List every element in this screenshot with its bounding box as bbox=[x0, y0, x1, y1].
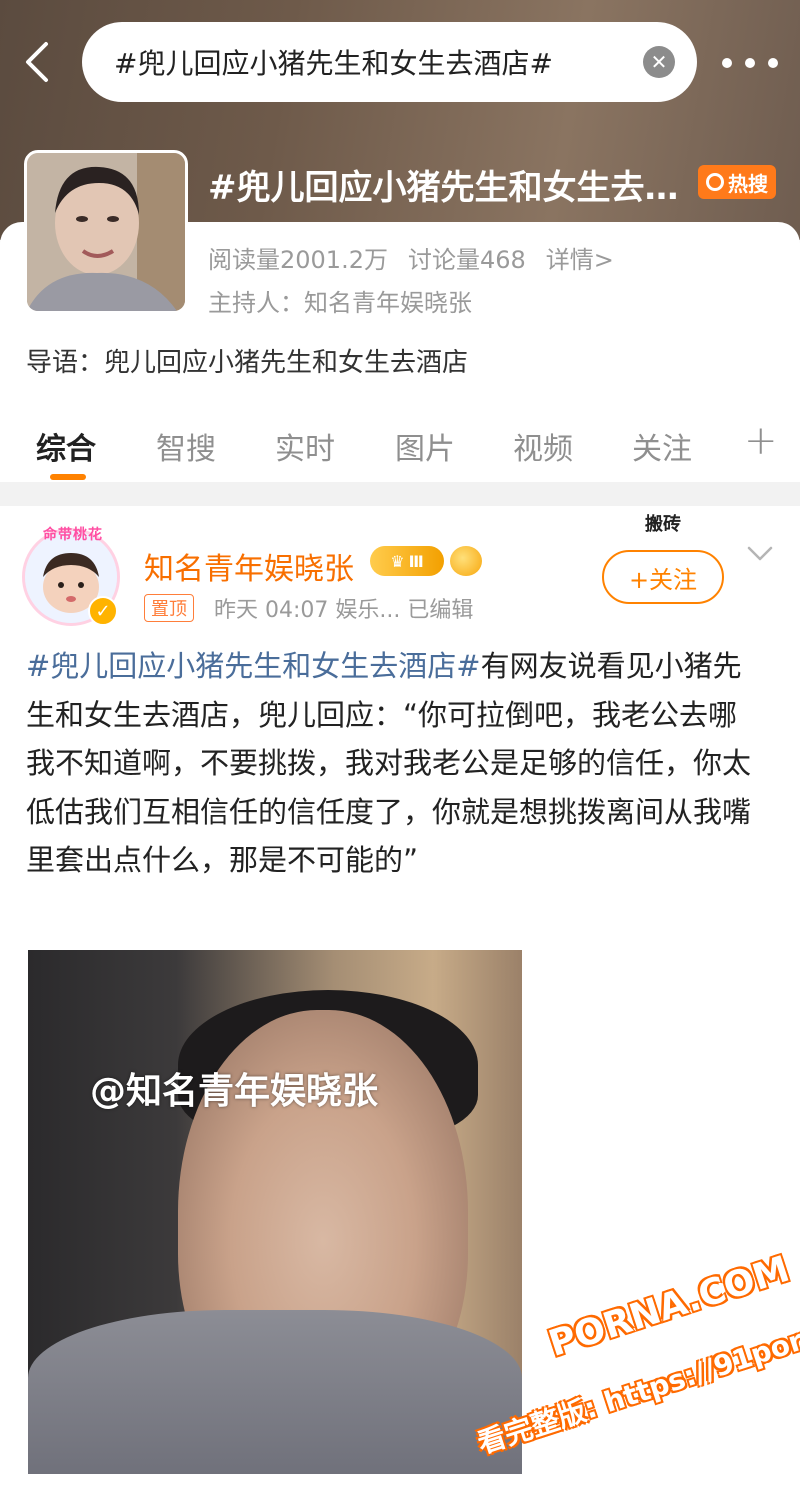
discussion-count: 讨论量468 bbox=[407, 246, 526, 274]
hot-search-badge[interactable]: 热搜 bbox=[698, 165, 776, 199]
tab-realtime[interactable]: 实时 bbox=[275, 424, 335, 468]
video-overlay-text: @知名青年娱晓张 bbox=[90, 1071, 379, 1112]
search-input[interactable]: #兜儿回应小猪先生和女生去酒店# ✕ bbox=[82, 22, 697, 102]
video-frame-shirt bbox=[28, 1310, 522, 1474]
portrait-image bbox=[27, 153, 185, 311]
chevron-down-icon[interactable] bbox=[746, 544, 774, 564]
post-card: 命带桃花 ✓ 知名青年娱晓张 ♛ Ⅲ 置顶 昨天 04:07 娱乐... 已编辑… bbox=[0, 506, 800, 1486]
post-body-text: 有网友说看见小猪先生和女生去酒店，兜儿回应：“你可拉倒吧，我老公去哪我不知道啊，… bbox=[26, 649, 752, 877]
more-dots-icon[interactable] bbox=[722, 48, 778, 78]
crown-level-badge[interactable]: ♛ Ⅲ bbox=[370, 546, 444, 576]
post-meta: 昨天 04:07 娱乐... 已编辑 bbox=[214, 598, 474, 623]
tab-following[interactable]: 关注 bbox=[632, 424, 692, 468]
topic-host[interactable]: 主持人：知名青年娱晓张 bbox=[208, 283, 472, 318]
add-tab-icon[interactable]: + bbox=[744, 418, 778, 464]
avatar-decoration: 命带桃花 bbox=[43, 527, 103, 543]
crown-level: Ⅲ bbox=[408, 551, 424, 571]
tab-comprehensive[interactable]: 综合 bbox=[36, 424, 96, 468]
crown-icon: ♛ bbox=[390, 551, 405, 571]
tab-videos[interactable]: 视频 bbox=[513, 424, 573, 468]
video-player[interactable]: @知名青年娱晓张 bbox=[28, 950, 522, 1474]
post-text: #兜儿回应小猪先生和女生去酒店#有网友说看见小猪先生和女生去酒店，兜儿回应：“你… bbox=[26, 642, 766, 885]
tab-images[interactable]: 图片 bbox=[395, 424, 455, 468]
tab-smart-search[interactable]: 智搜 bbox=[156, 424, 216, 468]
tab-bar: 综合 智搜 实时 图片 视频 关注 + bbox=[0, 400, 800, 482]
verified-icon: ✓ bbox=[88, 596, 118, 626]
topic-intro: 导语：兜儿回应小猪先生和女生去酒店 bbox=[26, 348, 469, 378]
author-name[interactable]: 知名青年娱晓张 bbox=[144, 544, 354, 588]
details-link[interactable]: 详情> bbox=[546, 240, 614, 275]
fish-icon[interactable] bbox=[450, 546, 482, 576]
follow-button[interactable]: +关注 bbox=[602, 550, 724, 604]
topic-title: #兜儿回应小猪先生和女生去酒店# bbox=[208, 168, 688, 208]
topic-stats: 阅读量2001.2万 讨论量468 详情> bbox=[208, 240, 614, 275]
topic-thumbnail[interactable] bbox=[24, 150, 188, 314]
read-count: 阅读量2001.2万 bbox=[208, 246, 388, 274]
hot-icon bbox=[706, 173, 724, 191]
search-query: #兜儿回应小猪先生和女生去酒店# bbox=[114, 47, 553, 80]
hashtag-link[interactable]: #兜儿回应小猪先生和女生去酒店# bbox=[26, 649, 481, 683]
pinned-tag: 置顶 bbox=[144, 594, 194, 622]
active-tab-indicator bbox=[50, 474, 86, 480]
chevron-left-icon[interactable] bbox=[18, 40, 58, 84]
sticker-decoration: 搬砖 bbox=[645, 514, 681, 535]
hot-badge-label: 热搜 bbox=[728, 171, 768, 196]
close-icon[interactable]: ✕ bbox=[643, 46, 675, 78]
